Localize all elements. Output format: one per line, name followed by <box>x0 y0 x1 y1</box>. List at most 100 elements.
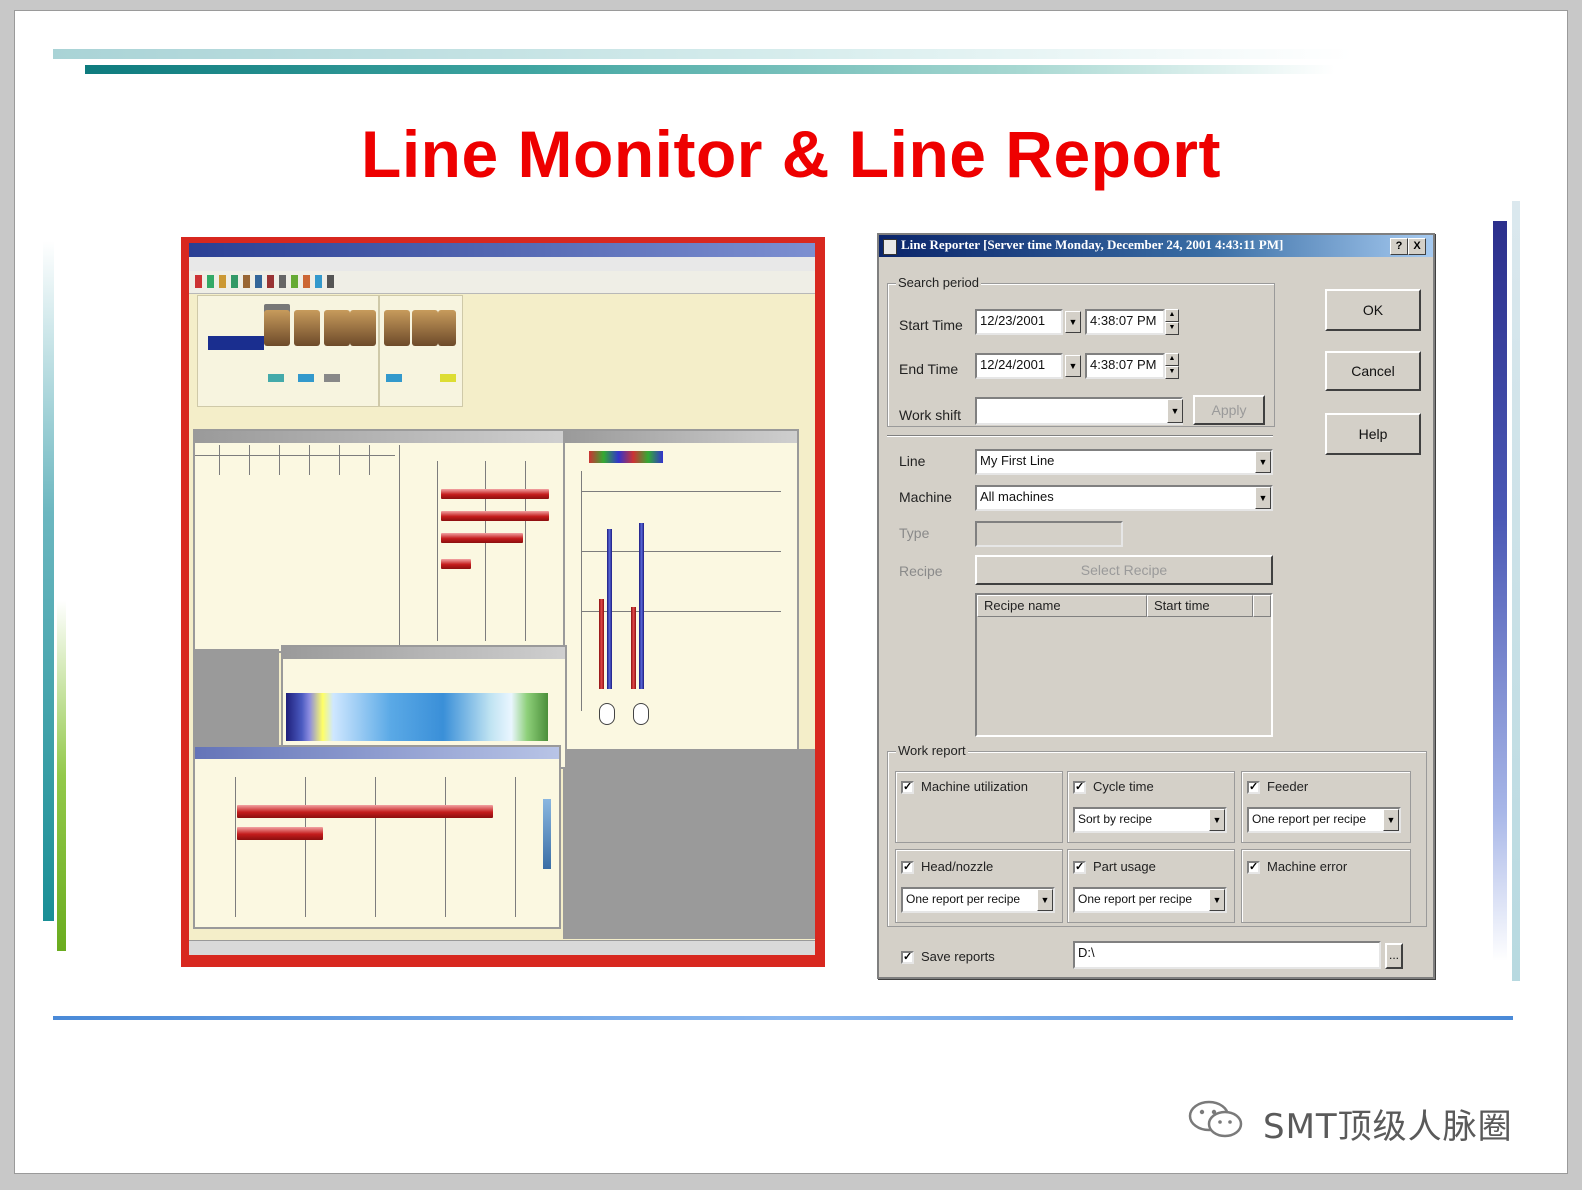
help-title-button[interactable]: ? <box>1390 238 1408 255</box>
chart-bar <box>237 827 323 840</box>
line-layout-view-2 <box>379 295 463 407</box>
chevron-down-icon[interactable]: ▼ <box>1065 355 1081 377</box>
chart-bar <box>237 805 493 818</box>
cycle-bar <box>607 529 612 689</box>
toolbar-icon <box>291 275 298 288</box>
line-monitor-window <box>189 243 815 955</box>
chevron-down-icon[interactable]: ▼ <box>1209 809 1225 831</box>
column-header-start-time[interactable]: Start time <box>1147 595 1253 617</box>
start-date-field[interactable]: 12/23/2001 <box>975 309 1063 335</box>
end-date-field[interactable]: 12/24/2001 <box>975 353 1063 379</box>
gauge-icon <box>633 703 649 725</box>
help-button[interactable]: Help <box>1325 413 1421 455</box>
part-usage-label: Part usage <box>1093 859 1156 874</box>
toolbar-icon <box>219 275 226 288</box>
machine-utilization-checkbox[interactable]: ✓ <box>901 781 914 794</box>
bottom-chart-panel <box>193 745 561 929</box>
slide: Line Monitor & Line Report Line Reporter… <box>14 10 1568 1174</box>
type-field[interactable] <box>975 521 1123 547</box>
monitor-toolbar <box>189 271 815 294</box>
table-line <box>369 445 370 475</box>
wechat-icon <box>1188 1100 1243 1138</box>
line-select[interactable]: My First Line <box>975 449 1273 475</box>
machine-select[interactable]: All machines <box>975 485 1273 511</box>
head-nozzle-checkbox[interactable]: ✓ <box>901 861 914 874</box>
status-indicator <box>268 374 284 382</box>
gauge-icon <box>599 703 615 725</box>
feeder-checkbox[interactable]: ✓ <box>1247 781 1260 794</box>
search-period-label: Search period <box>896 275 981 290</box>
cycle-time-label: Cycle time <box>1093 779 1154 794</box>
toolbar-icon <box>195 275 202 288</box>
panel-divider <box>399 445 400 651</box>
machine-icon <box>264 310 290 346</box>
machine-label: Machine <box>899 489 952 505</box>
monitor-statusbar <box>189 940 815 955</box>
chart-axis <box>581 471 582 711</box>
status-spectrum-bar <box>286 693 548 741</box>
close-button[interactable]: X <box>1408 238 1426 255</box>
chevron-down-icon[interactable]: ▼ <box>1167 399 1183 423</box>
chart-gridline <box>525 461 526 641</box>
part-usage-select[interactable]: One report per recipe <box>1073 887 1227 913</box>
chevron-down-icon[interactable]: ▼ <box>1255 451 1271 473</box>
save-path-field[interactable]: D:\ <box>1073 941 1381 969</box>
spin-up-icon[interactable]: ▲ <box>1165 353 1179 366</box>
head-nozzle-select[interactable]: One report per recipe <box>901 887 1055 913</box>
chart-gridline <box>515 777 516 917</box>
scrollbar <box>543 799 551 869</box>
utilization-bar <box>441 559 471 569</box>
work-shift-select[interactable] <box>975 397 1183 425</box>
column-header-recipe-name[interactable]: Recipe name <box>977 595 1147 617</box>
table-line <box>249 445 250 475</box>
spin-down-icon[interactable]: ▼ <box>1165 322 1179 335</box>
toolbar-icon <box>207 275 214 288</box>
chevron-down-icon[interactable]: ▼ <box>1065 311 1081 333</box>
start-time-label: Start Time <box>899 317 963 333</box>
chevron-down-icon[interactable]: ▼ <box>1255 487 1271 509</box>
part-usage-checkbox[interactable]: ✓ <box>1073 861 1086 874</box>
toolbar-icon <box>327 275 334 288</box>
decor-bar-left <box>43 241 54 921</box>
ok-button[interactable]: OK <box>1325 289 1421 331</box>
toolbar-icon <box>279 275 286 288</box>
head-nozzle-label: Head/nozzle <box>921 859 994 874</box>
chevron-down-icon[interactable]: ▼ <box>1037 889 1053 911</box>
chart-gridline <box>581 491 781 492</box>
status-indicator <box>298 374 314 382</box>
type-label: Type <box>899 525 930 541</box>
toolbar-icon <box>303 275 310 288</box>
apply-button[interactable]: Apply <box>1193 395 1265 425</box>
chart-gridline <box>375 777 376 917</box>
spin-down-icon[interactable]: ▼ <box>1165 366 1179 379</box>
feeder-select[interactable]: One report per recipe <box>1247 807 1401 833</box>
start-time-field[interactable]: 4:38:07 PM <box>1085 309 1165 335</box>
recipe-list[interactable]: Recipe name Start time <box>975 593 1273 737</box>
chevron-down-icon[interactable]: ▼ <box>1209 889 1225 911</box>
cancel-button[interactable]: Cancel <box>1325 351 1421 391</box>
chart-axis <box>235 777 236 917</box>
table-line <box>309 445 310 475</box>
status-indicator <box>386 374 402 382</box>
chevron-down-icon[interactable]: ▼ <box>1383 809 1399 831</box>
slide-title: Line Monitor & Line Report <box>361 117 1221 191</box>
feeder-label: Feeder <box>1267 779 1309 794</box>
machine-error-checkbox[interactable]: ✓ <box>1247 861 1260 874</box>
line-name-badge <box>208 336 264 350</box>
cycle-bar <box>631 607 636 689</box>
cycle-time-checkbox[interactable]: ✓ <box>1073 781 1086 794</box>
utilization-bar <box>441 489 549 499</box>
utilization-bar <box>441 533 523 543</box>
panel-titlebar <box>195 431 565 443</box>
browse-button[interactable]: ... <box>1385 943 1403 969</box>
save-reports-checkbox[interactable]: ✓ <box>901 951 914 964</box>
spin-up-icon[interactable]: ▲ <box>1165 309 1179 322</box>
decor-bar-left-green <box>57 601 66 951</box>
machine-icon <box>412 310 438 346</box>
select-recipe-button[interactable]: Select Recipe <box>975 555 1273 585</box>
end-time-field[interactable]: 4:38:07 PM <box>1085 353 1165 379</box>
cycle-time-select[interactable]: Sort by recipe <box>1073 807 1227 833</box>
decor-line-top <box>53 49 1353 59</box>
utilization-panel <box>193 429 567 653</box>
cycle-time-panel <box>563 429 799 753</box>
